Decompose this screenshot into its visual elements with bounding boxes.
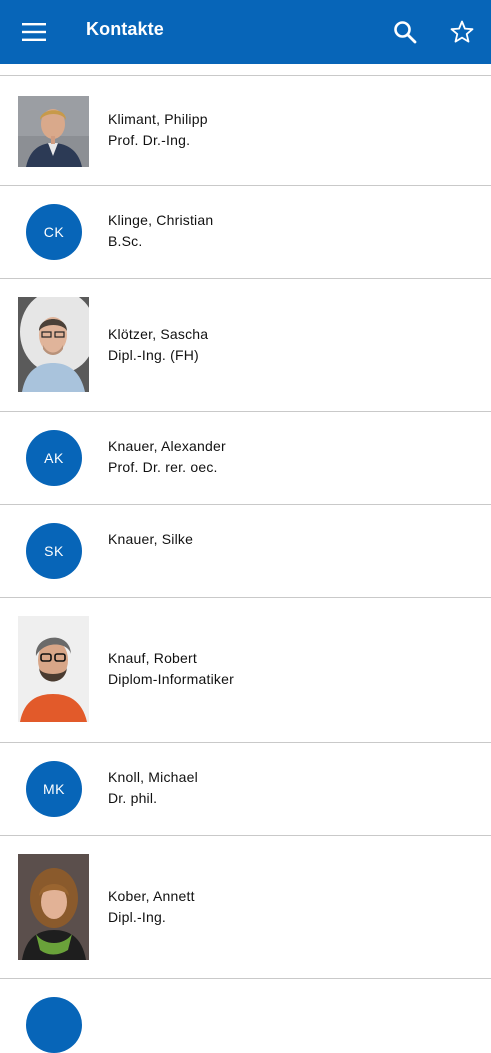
contact-item[interactable]: Klimant, Philipp Prof. Dr.-Ing. (0, 75, 491, 185)
contact-item[interactable]: Knauf, Robert Diplom-Informatiker (0, 597, 491, 742)
contact-item[interactable]: CK Klinge, Christian B.Sc. (0, 185, 491, 278)
list-item-partial-bottom[interactable] (0, 978, 491, 1053)
contact-title: Dr. phil. (108, 790, 158, 806)
contact-title: Prof. Dr. rer. oec. (108, 459, 218, 475)
contact-text: Knauf, Robert Diplom-Informatiker (108, 648, 234, 690)
initials-avatar: CK (26, 204, 82, 260)
contact-photo (18, 96, 89, 167)
initials-avatar (26, 997, 82, 1053)
contact-name: Klinge, Christian (108, 212, 214, 228)
contact-photo (18, 616, 89, 722)
contact-title: Prof. Dr.-Ing. (108, 132, 191, 148)
contact-photo (18, 297, 89, 392)
contact-text: Kober, Annett Dipl.-Ing. (108, 886, 195, 928)
contact-name: Knauf, Robert (108, 650, 197, 666)
initials-avatar: AK (26, 430, 82, 486)
initials-avatar: SK (26, 523, 82, 579)
contact-name: Klimant, Philipp (108, 111, 208, 127)
contact-title: Dipl.-Ing. (108, 909, 167, 925)
contact-item[interactable]: Kober, Annett Dipl.-Ing. (0, 835, 491, 978)
contact-text: Knauer, Silke (108, 529, 193, 550)
initials-avatar: MK (26, 761, 82, 817)
contact-name: Kober, Annett (108, 888, 195, 904)
contact-photo (18, 854, 89, 960)
contact-text: Knauer, Alexander Prof. Dr. rer. oec. (108, 436, 226, 478)
search-icon[interactable] (392, 19, 418, 45)
contact-name: Knauer, Alexander (108, 438, 226, 454)
app-bar: Kontakte (0, 0, 491, 64)
contact-item[interactable]: AK Knauer, Alexander Prof. Dr. rer. oec. (0, 411, 491, 504)
contact-name: Klötzer, Sascha (108, 326, 209, 342)
contact-title: Diplom-Informatiker (108, 671, 234, 687)
contact-title: B.Sc. (108, 233, 143, 249)
menu-icon[interactable] (22, 21, 46, 43)
contact-name: Knoll, Michael (108, 769, 198, 785)
contact-item[interactable]: Klötzer, Sascha Dipl.-Ing. (FH) (0, 278, 491, 411)
contact-text: Klimant, Philipp Prof. Dr.-Ing. (108, 109, 208, 151)
contact-name: Knauer, Silke (108, 531, 194, 547)
contact-title: Dipl.-Ing. (FH) (108, 347, 199, 363)
star-icon[interactable] (449, 19, 475, 45)
contact-item[interactable]: MK Knoll, Michael Dr. phil. (0, 742, 491, 835)
contact-text: Klinge, Christian B.Sc. (108, 210, 213, 252)
page-title: Kontakte (86, 19, 164, 39)
contact-text: Knoll, Michael Dr. phil. (108, 767, 198, 809)
contact-text: Klötzer, Sascha Dipl.-Ing. (FH) (108, 324, 208, 366)
contact-item[interactable]: SK Knauer, Silke (0, 504, 491, 597)
